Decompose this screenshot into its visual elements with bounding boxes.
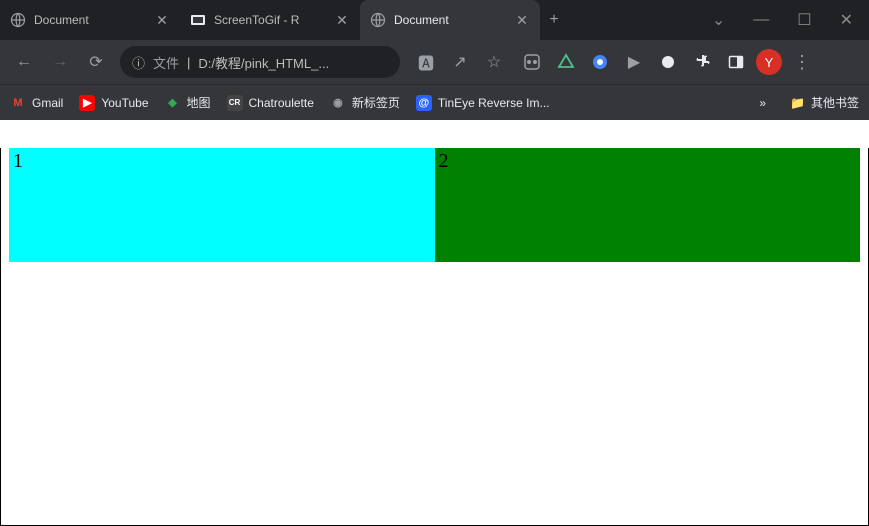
url-separator: | (187, 55, 190, 70)
side-panel-icon[interactable] (724, 50, 748, 74)
tab-title: Document (394, 13, 506, 27)
bookmark-newtab[interactable]: ◉新标签页 (330, 94, 400, 111)
globe-icon (370, 12, 386, 28)
tab-document-2[interactable]: Document ✕ (360, 0, 540, 40)
close-icon[interactable]: ✕ (154, 12, 170, 28)
extension-icon-3[interactable] (588, 50, 612, 74)
box-1: 1 (9, 148, 435, 262)
maximize-icon[interactable]: ☐ (797, 10, 811, 30)
back-button[interactable]: ← (8, 46, 40, 78)
address-bar[interactable]: ⓘ 文件 | D:/教程/pink_HTML_... (120, 46, 400, 78)
extension-icon-2[interactable] (554, 50, 578, 74)
extensions-puzzle-icon[interactable] (690, 50, 714, 74)
browser-titlebar: Document ✕ ScreenToGif - R ✕ Document ✕ … (0, 0, 869, 40)
tab-dropdown-icon[interactable]: ⌄ (712, 10, 725, 30)
close-icon[interactable]: ✕ (514, 12, 530, 28)
gmail-icon: M (10, 95, 26, 111)
extension-icon-5[interactable] (656, 50, 680, 74)
bookmark-overflow-icon[interactable]: » (759, 96, 766, 110)
bookmark-maps[interactable]: ◆地图 (165, 94, 211, 111)
tab-screentogif[interactable]: ScreenToGif - R ✕ (180, 0, 360, 40)
bookmark-tineye[interactable]: @TinEye Reverse Im... (416, 95, 550, 111)
extension-icons: ▶ (520, 50, 748, 74)
translate-icon[interactable]: 🅰 (414, 50, 438, 74)
app-icon (190, 12, 206, 28)
window-controls: ⌄ — ☐ ✕ (712, 0, 869, 40)
bookmark-gmail[interactable]: MGmail (10, 95, 63, 111)
url-scheme: 文件 (153, 53, 179, 72)
reload-button[interactable]: ⟳ (80, 46, 112, 78)
forward-button[interactable]: → (44, 46, 76, 78)
bookmark-star-icon[interactable]: ☆ (482, 50, 506, 74)
bookmarks-bar: MGmail ▶YouTube ◆地图 CRChatroulette ◉新标签页… (0, 84, 869, 120)
flex-container: 1 2 (9, 148, 860, 262)
new-tab-button[interactable]: + (540, 0, 568, 40)
profile-avatar[interactable]: Y (756, 49, 782, 75)
omnibox-actions: 🅰 ↗ ☆ (408, 50, 512, 74)
other-bookmarks[interactable]: 📁其他书签 (790, 94, 859, 111)
share-icon[interactable]: ↗ (448, 50, 472, 74)
tineye-icon: @ (416, 95, 432, 111)
globe-icon (10, 12, 26, 28)
youtube-icon: ▶ (79, 95, 95, 111)
minimize-icon[interactable]: — (753, 11, 769, 29)
folder-icon: 📁 (790, 96, 805, 110)
maps-icon: ◆ (165, 95, 181, 111)
tab-title: ScreenToGif - R (214, 13, 326, 27)
extension-icon-4[interactable]: ▶ (622, 50, 646, 74)
browser-toolbar: ← → ⟳ ⓘ 文件 | D:/教程/pink_HTML_... 🅰 ↗ ☆ ▶… (0, 40, 869, 84)
chatroulette-icon: CR (227, 95, 243, 111)
box-2: 2 (435, 148, 861, 262)
url-text: D:/教程/pink_HTML_... (198, 53, 388, 72)
globe-icon: ◉ (330, 95, 346, 111)
bookmark-chatroulette[interactable]: CRChatroulette (227, 95, 314, 111)
info-icon[interactable]: ⓘ (132, 53, 145, 72)
menu-icon[interactable]: ⋮ (790, 50, 814, 74)
close-icon[interactable]: ✕ (334, 12, 350, 28)
close-window-icon[interactable]: ✕ (840, 10, 853, 30)
tab-document-1[interactable]: Document ✕ (0, 0, 180, 40)
extension-icon-1[interactable] (520, 50, 544, 74)
tab-title: Document (34, 13, 146, 27)
page-viewport: 1 2 (0, 148, 869, 526)
bookmark-youtube[interactable]: ▶YouTube (79, 95, 148, 111)
